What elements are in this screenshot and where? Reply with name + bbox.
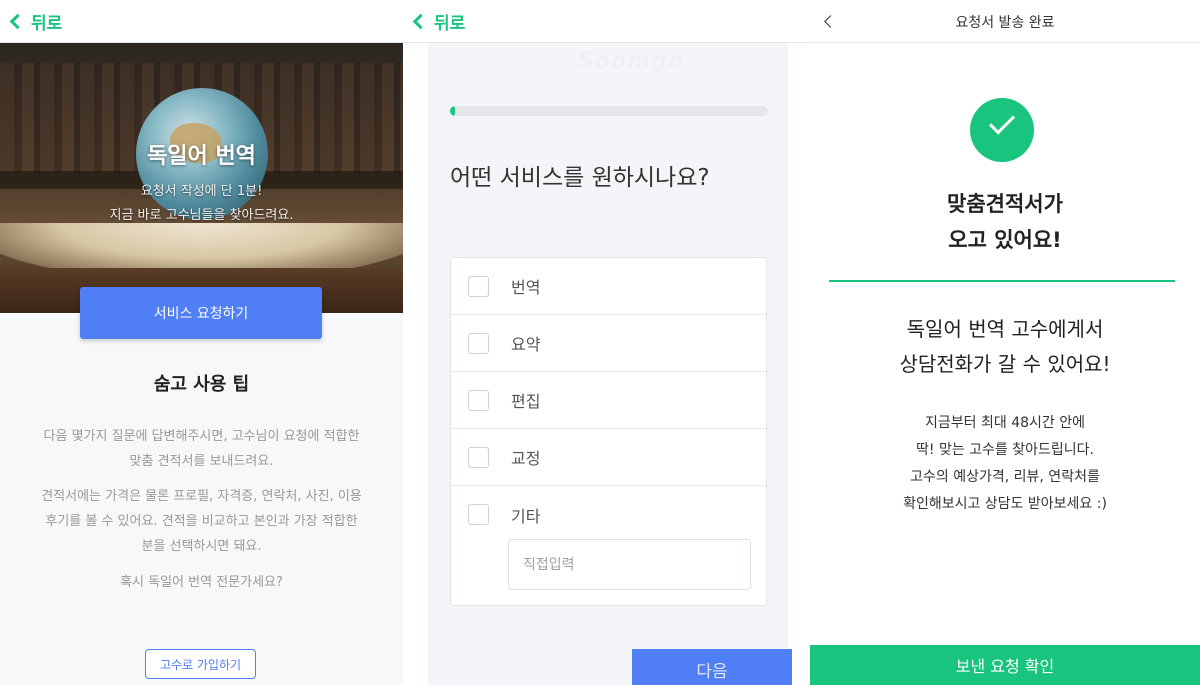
back-label: 뒤로 (434, 13, 466, 34)
service-intro-screen: 뒤로 독일어 번역 요청서 작성에 단 1분! 지금 바로 고수님들을 찾아드려… (0, 0, 403, 685)
question-title: 어떤 서비스를 원하시나요? (450, 165, 710, 191)
checkbox[interactable] (468, 446, 489, 468)
option-other[interactable]: 기타 (451, 486, 766, 543)
detail-line1: 지금부터 최대 48시간 안에 (925, 415, 1085, 431)
top-bar: 뒤로 (403, 0, 810, 43)
next-button[interactable]: 다음 (632, 649, 792, 685)
detail-line3: 고수의 예상가격, 리뷰, 연락처를 (910, 469, 1100, 485)
chevron-left-icon (412, 13, 429, 29)
headline-line1: 맞춤견적서가 (947, 192, 1063, 216)
checkbox[interactable] (468, 504, 489, 525)
direct-input-field[interactable] (508, 539, 751, 590)
question-content: Soomgo 어떤 서비스를 원하시나요? 번역 요약 편집 교정 기타 직접입… (428, 43, 792, 685)
detail-line4: 확인해보시고 상담도 받아보세요 :) (903, 496, 1107, 512)
tip-paragraph1-line2: 맞춤 견적서를 보내드려요. (129, 454, 274, 469)
option-label: 번역 (511, 278, 541, 297)
detail-line2: 딱! 맞는 고수를 찾아드립니다. (916, 442, 1094, 458)
soomgo-watermark: Soomgo (578, 49, 684, 74)
option-editing[interactable]: 편집 (451, 372, 766, 429)
back-button[interactable]: 뒤로 (409, 6, 465, 36)
tip-paragraph1-line1: 다음 몇가지 질문에 답변해주시면, 고수님이 요청에 적합한 (43, 429, 360, 444)
request-service-button[interactable]: 서비스 요청하기 (80, 287, 322, 339)
confirm-sent-request-button[interactable]: 보낸 요청 확인 (810, 645, 1200, 685)
join-as-pro-button[interactable]: 고수로 가입하기 (145, 649, 256, 679)
tip-question: 혹시 독일어 번역 전문가세요? (120, 575, 283, 590)
back-button[interactable]: 뒤로 (6, 6, 62, 36)
option-label: 편집 (511, 392, 541, 411)
option-label: 교정 (511, 449, 541, 468)
option-label: 기타 (511, 506, 541, 526)
option-summary[interactable]: 요약 (451, 315, 766, 372)
hero-subtitle-line2: 지금 바로 고수님들을 찾아드려요. (109, 208, 294, 223)
option-label: 요약 (511, 335, 541, 354)
service-question-screen: 뒤로 Soomgo 어떤 서비스를 원하시나요? 번역 요약 편집 교정 기타 … (403, 0, 810, 685)
chevron-left-icon (9, 13, 26, 29)
progress-bar (450, 106, 768, 116)
progress-fill (450, 106, 455, 116)
request-complete-screen: 요청서 발송 완료 맞춤견적서가 오고 있어요! 독일어 번역 고수에게서 상담… (810, 0, 1200, 685)
body-line1: 독일어 번역 고수에게서 (906, 317, 1104, 341)
checkbox[interactable] (468, 332, 489, 354)
divider (829, 280, 1175, 282)
headline-line2: 오고 있어요! (948, 228, 1062, 252)
tip-title: 숨고 사용 팁 (153, 374, 250, 395)
hero-title: 독일어 번역 (147, 144, 256, 169)
checkbox[interactable] (468, 275, 489, 297)
page-title: 요청서 발송 완료 (955, 15, 1055, 31)
options-list: 번역 요약 편집 교정 기타 (450, 257, 767, 606)
option-translation[interactable]: 번역 (451, 258, 766, 315)
option-proofreading[interactable]: 교정 (451, 429, 766, 486)
checkmark-icon (988, 108, 1016, 135)
hero-banner: 독일어 번역 요청서 작성에 단 1분! 지금 바로 고수님들을 찾아드려요. (0, 43, 403, 313)
top-bar: 뒤로 (0, 0, 403, 43)
hero-subtitle-line1: 요청서 작성에 단 1분! (140, 184, 263, 199)
top-bar: 요청서 발송 완료 (810, 0, 1200, 43)
checkbox[interactable] (468, 389, 489, 411)
tip-paragraph2-line2: 후기를 볼 수 있어요. 견적을 비교하고 본인과 가장 적합한 (45, 514, 358, 529)
body-line2: 상담전화가 갈 수 있어요! (899, 352, 1111, 376)
tip-paragraph2-line1: 견적서에는 가격은 물론 프로필, 자격증, 연락처, 사진, 이용 (41, 489, 362, 504)
tip-paragraph2-line3: 분을 선택하시면 돼요. (141, 539, 262, 554)
back-label: 뒤로 (31, 13, 63, 34)
success-check-icon (970, 98, 1034, 162)
